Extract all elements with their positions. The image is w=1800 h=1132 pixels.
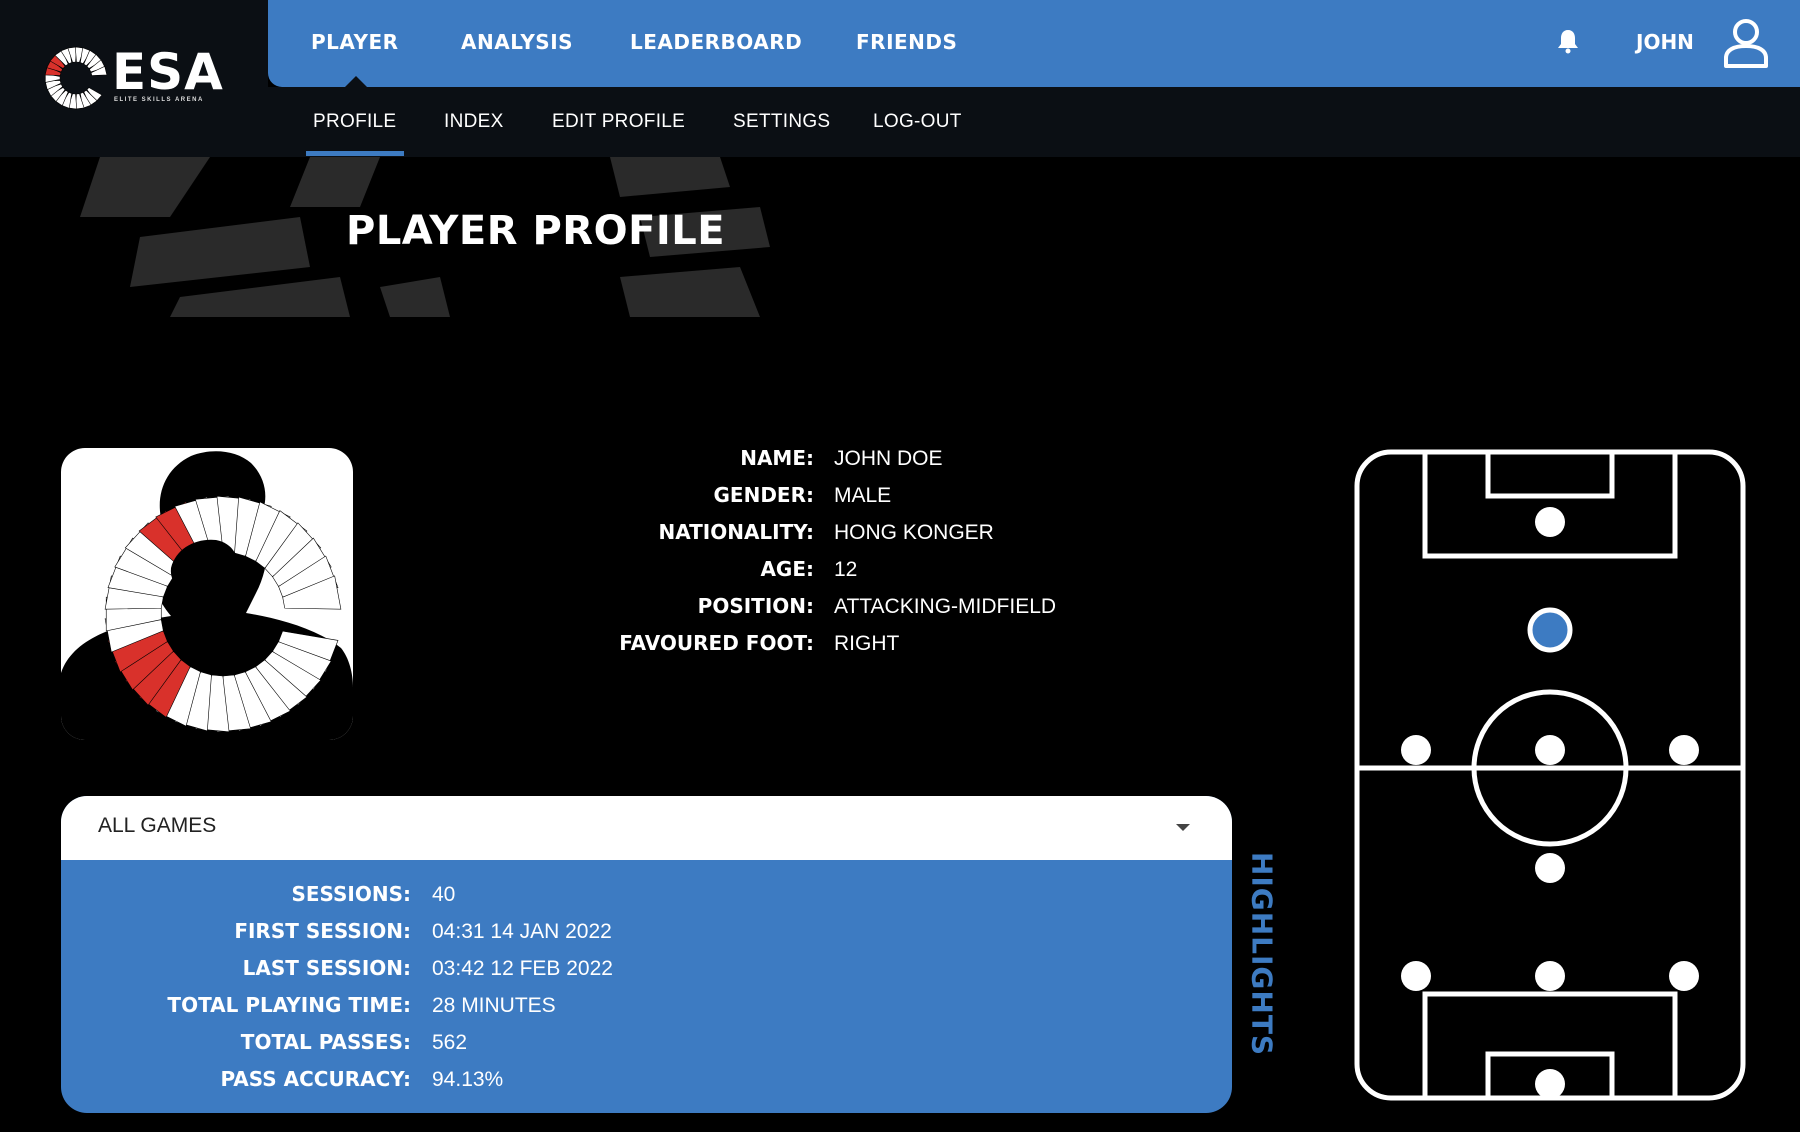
label-pass-accuracy: PASS ACCURACY:	[220, 1067, 411, 1091]
value-pass-accuracy: 94.13%	[432, 1068, 504, 1091]
games-filter-value: ALL GAMES	[98, 814, 217, 837]
player-avatar	[61, 448, 353, 740]
stats-card: ALL GAMES SESSIONS: FIRST SESSION: LAST …	[61, 796, 1232, 1113]
label-name: NAME:	[740, 446, 814, 470]
value-total-playing-time: 28 MINUTES	[432, 994, 556, 1017]
player-dot-striker	[1535, 507, 1565, 537]
page-title: PLAYER PROFILE	[346, 208, 726, 254]
player-dot-left-mid	[1401, 735, 1431, 765]
stat-values: 40 04:31 14 JAN 2022 03:42 12 FEB 2022 2…	[432, 876, 832, 1098]
value-favoured-foot: RIGHT	[834, 632, 900, 655]
label-position: POSITION:	[697, 594, 814, 618]
value-total-passes: 562	[432, 1031, 468, 1054]
nav-leaderboard[interactable]: LEADERBOARD	[630, 30, 802, 54]
avatar-silhouette-icon	[61, 451, 353, 740]
nav-player[interactable]: PLAYER	[311, 30, 399, 54]
player-info-values: JOHN DOE MALE HONG KONGER 12 ATTACKING-M…	[834, 440, 1234, 662]
top-nav-bar: PLAYER ANALYSIS LEADERBOARD FRIENDS JOHN	[268, 0, 1800, 87]
subnav-edit-profile[interactable]: EDIT PROFILE	[552, 111, 685, 133]
value-last-session: 03:42 12 FEB 2022	[432, 957, 613, 980]
player-dot-right-back	[1669, 961, 1699, 991]
value-first-session: 04:31 14 JAN 2022	[432, 920, 612, 943]
label-nationality: NATIONALITY:	[658, 520, 814, 544]
sub-nav-bar: PROFILE INDEX EDIT PROFILE SETTINGS LOG-…	[268, 87, 1800, 157]
player-dot-goalkeeper	[1535, 1069, 1565, 1099]
player-dot-attacking-midfield-selected	[1527, 607, 1573, 653]
label-total-playing-time: TOTAL PLAYING TIME:	[167, 993, 411, 1017]
value-age: 12	[834, 558, 858, 581]
chevron-down-icon	[1176, 824, 1190, 831]
highlights-label: HIGHLIGHTS	[1245, 851, 1279, 1057]
active-subnav-underline	[306, 151, 404, 156]
subnav-log-out[interactable]: LOG-OUT	[873, 111, 962, 133]
pitch-top-goal-box	[1485, 449, 1615, 499]
player-dot-defensive-mid	[1535, 853, 1565, 883]
logo-area: ESA ELITE SKILLS ARENA	[0, 0, 268, 157]
player-dot-center-back	[1535, 961, 1565, 991]
player-dot-right-mid	[1669, 735, 1699, 765]
logo-subtitle: ELITE SKILLS ARENA	[114, 97, 204, 103]
player-info-labels: NAME: GENDER: NATIONALITY: AGE: POSITION…	[560, 440, 814, 662]
label-first-session: FIRST SESSION:	[234, 919, 411, 943]
nav-friends[interactable]: FRIENDS	[856, 30, 957, 54]
highlights-tab[interactable]: HIGHLIGHTS	[1240, 848, 1284, 1060]
formation-pitch	[1354, 449, 1746, 1101]
player-dot-left-back	[1401, 961, 1431, 991]
label-age: AGE:	[760, 557, 814, 581]
value-sessions: 40	[432, 883, 456, 906]
nav-analysis[interactable]: ANALYSIS	[461, 30, 573, 54]
notification-bell-icon[interactable]	[1557, 28, 1579, 54]
logo-text: ESA	[112, 43, 224, 101]
stat-labels: SESSIONS: FIRST SESSION: LAST SESSION: T…	[81, 876, 411, 1098]
pitch-outline	[1354, 449, 1746, 1101]
label-last-session: LAST SESSION:	[242, 956, 411, 980]
pitch-top-penalty-box	[1422, 449, 1678, 559]
subnav-profile[interactable]: PROFILE	[313, 111, 396, 133]
label-sessions: SESSIONS:	[291, 882, 411, 906]
label-gender: GENDER:	[713, 483, 814, 507]
esa-logo-icon	[44, 46, 108, 110]
value-position: ATTACKING-MIDFIELD	[834, 595, 1057, 618]
subnav-index[interactable]: INDEX	[444, 111, 504, 133]
label-total-passes: TOTAL PASSES:	[240, 1030, 411, 1054]
value-nationality: HONG KONGER	[834, 521, 994, 544]
subnav-settings[interactable]: SETTINGS	[733, 111, 830, 133]
player-dot-center-mid	[1535, 735, 1565, 765]
games-filter-dropdown[interactable]: ALL GAMES	[61, 796, 1232, 860]
value-name: JOHN DOE	[834, 447, 943, 470]
user-name[interactable]: JOHN	[1636, 30, 1694, 54]
label-favoured-foot: FAVOURED FOOT:	[619, 631, 814, 655]
value-gender: MALE	[834, 484, 892, 507]
user-profile-icon[interactable]	[1718, 14, 1774, 70]
